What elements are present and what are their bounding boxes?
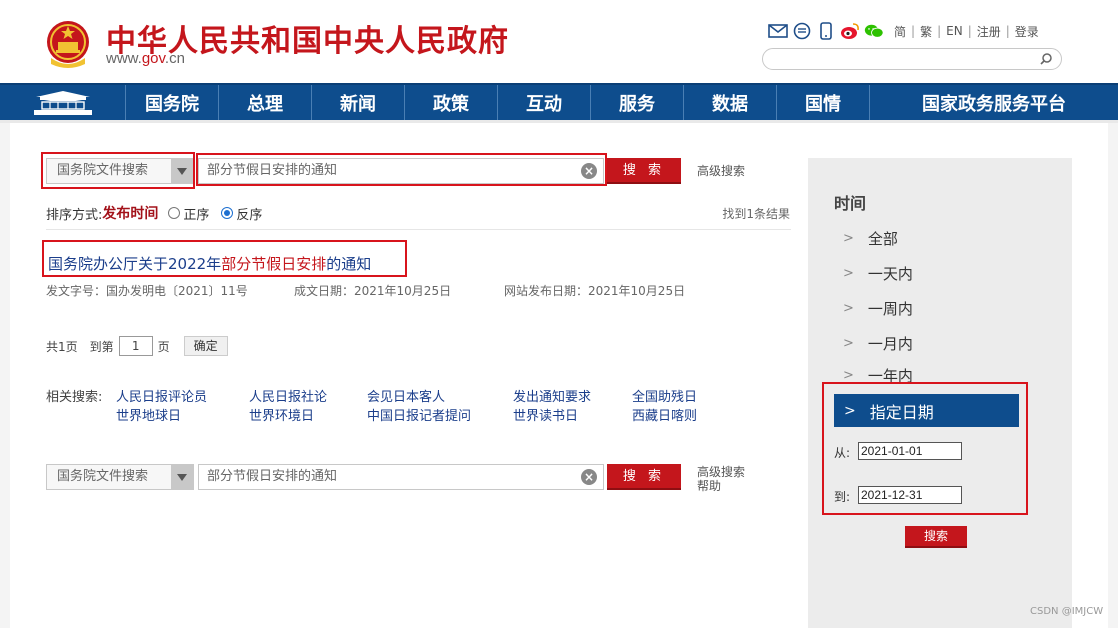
top-toolbar: 简 | 繁 | EN | 注册 | 登录 [768,21,1039,41]
chevron-right-icon: > [843,336,854,351]
search-icon[interactable] [1039,52,1053,66]
sort-asc-label[interactable]: 正序 [183,204,209,223]
sidebar-item-month[interactable]: > 一月内 [843,333,913,354]
sort-desc-radio[interactable] [221,207,234,219]
sidebar-item-label: 一年内 [867,368,913,382]
advanced-search-link[interactable]: 高级搜索 [697,164,745,178]
pager-total: 共1页 [46,339,78,354]
link-login[interactable]: 登录 [1015,23,1039,40]
site-url: www.gov.cn [106,50,185,67]
help-link[interactable]: 帮助 [697,479,721,493]
pager-goto: 到第 [89,339,114,354]
mobile-icon[interactable] [816,22,836,40]
annotation-box-scope [41,152,195,189]
related-link[interactable]: 人民日报评论员 [116,386,207,405]
main-nav: 国务院 总理 新闻 政策 互动 服务 数据 国情 国家政务服务平台 [0,83,1118,120]
divider [46,229,791,230]
link-traditional[interactable]: 繁 [920,23,932,40]
sidebar-item-week[interactable]: > 一周内 [843,298,913,319]
page-ok-button[interactable]: 确定 [183,336,228,356]
date-search-button[interactable]: 搜索 [905,526,967,548]
sidebar-item-year[interactable]: > 一年内 [843,368,913,382]
sidebar-item-label: 一天内 [867,265,913,283]
weibo-icon[interactable] [840,22,860,40]
site-url-domain: gov [141,50,165,67]
related-link[interactable]: 会见日本客人 [367,386,445,405]
sidebar-item-label: 全部 [867,230,898,248]
search-button-bottom[interactable]: 搜 索 [607,464,681,490]
advanced-search-link-bottom[interactable]: 高级搜索 [697,465,745,479]
chat-icon[interactable] [792,22,812,40]
nav-item-interaction[interactable]: 互动 [497,85,590,120]
result-count: 找到1条结果 [722,207,790,221]
sidebar-item-all[interactable]: > 全部 [843,228,898,249]
nav-item-state-council[interactable]: 国务院 [125,85,218,120]
chevron-right-icon: > [843,301,854,316]
watermark: CSDN @IMJCW [1030,606,1104,617]
related-link[interactable]: 世界地球日 [116,405,181,424]
clear-icon[interactable]: × [581,469,597,485]
nav-item-service[interactable]: 服务 [590,85,683,120]
annotation-box-query [196,153,607,186]
related-link[interactable]: 发出通知要求 [513,386,591,405]
sort-current[interactable]: 发布时间 [102,203,158,223]
chevron-right-icon: > [843,231,854,246]
sort-row: 排序方式: 发布时间 正序 反序 [46,203,262,223]
nav-item-data[interactable]: 数据 [683,85,776,120]
national-emblem-icon[interactable] [45,20,91,70]
chevron-down-icon[interactable] [171,465,193,489]
home-gate-icon[interactable] [0,85,125,120]
related-link[interactable]: 世界环境日 [249,405,314,424]
link-simplified[interactable]: 简 [894,23,906,40]
related-link[interactable]: 西藏日喀则 [632,405,697,424]
sort-label: 排序方式: [46,207,103,223]
nav-item-service-platform[interactable]: 国家政务服务平台 [869,85,1118,120]
wechat-icon[interactable] [864,22,884,40]
sidebar-title: 时间 [834,194,867,213]
site-header: 中华人民共和国中央人民政府 www.gov.cn 简 | 繁 | EN | 注册 | 登… [0,0,1118,83]
page-number-input[interactable]: 1 [118,336,153,356]
result-doc-number: 发文字号：国办发明电〔2021〕11号 [46,284,248,298]
top-links: 简 | 繁 | EN | 注册 | 登录 [894,23,1039,40]
search-scope-value: 国务院文件搜索 [57,469,149,484]
sort-desc-label[interactable]: 反序 [236,204,262,223]
site-url-suffix: .cn [164,50,185,67]
result-written-date: 成文日期：2021年10月25日 [294,284,452,298]
sidebar-item-day[interactable]: > 一天内 [843,263,913,284]
site-search-input[interactable] [762,48,1062,70]
site-url-prefix: www. [106,50,142,67]
chevron-right-icon: > [843,266,854,281]
sidebar-item-label: 一周内 [867,300,913,318]
pager-unit: 页 [157,339,170,354]
nav-item-policy[interactable]: 政策 [404,85,497,120]
result-publish-date: 网站发布日期：2021年10月25日 [504,284,686,298]
nav-item-premier[interactable]: 总理 [218,85,311,120]
search-button[interactable]: 搜 索 [607,158,681,184]
related-search-label: 相关搜索: [46,390,103,405]
chevron-right-icon: > [843,368,854,382]
link-register[interactable]: 注册 [977,23,1001,40]
search-input-bottom[interactable]: 部分节假日安排的通知 × [198,464,604,490]
annotation-box-result [42,240,407,277]
related-link[interactable]: 人民日报社论 [249,386,327,405]
related-link[interactable]: 中国日报记者提问 [367,405,471,424]
search-query: 部分节假日安排的通知 [207,469,338,484]
pager: 共1页 到第 1 页 确定 [46,336,228,356]
nav-item-news[interactable]: 新闻 [311,85,404,120]
related-link[interactable]: 世界读书日 [513,405,578,424]
sort-asc-radio[interactable] [168,207,181,219]
sidebar-item-label: 一月内 [867,335,913,353]
nav-items: 国务院 总理 新闻 政策 互动 服务 数据 国情 国家政务服务平台 [125,85,1118,120]
nav-item-national-info[interactable]: 国情 [776,85,869,120]
search-scope-select-bottom[interactable]: 国务院文件搜索 [46,464,194,490]
link-english[interactable]: EN [946,24,963,38]
related-link[interactable]: 全国助残日 [632,386,697,405]
mail-icon[interactable] [768,22,788,40]
annotation-box-date [822,382,1028,515]
